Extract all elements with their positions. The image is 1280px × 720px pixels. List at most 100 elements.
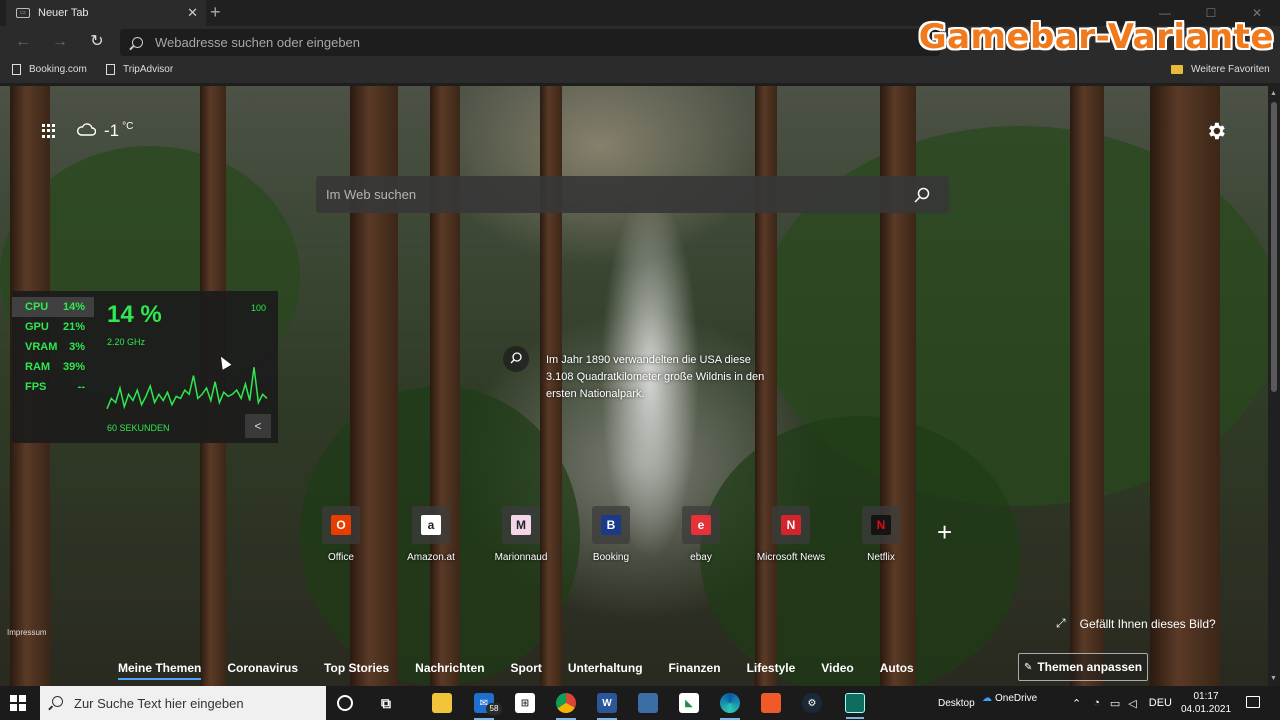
system-clock[interactable]: 01:17 04.01.2021	[1178, 690, 1234, 716]
netflix-icon: N	[871, 515, 891, 535]
onedrive-status[interactable]: ☁ OneDrive	[982, 681, 1037, 715]
volume-icon[interactable]: ◁	[1128, 697, 1136, 710]
usage-line	[106, 367, 268, 410]
desktop-label: Desktop	[938, 697, 975, 709]
visio-icon[interactable]: ◣	[679, 693, 699, 713]
taskbar-search-input[interactable]: Zur Suche Text hier eingeben	[40, 686, 326, 720]
tile-icon-box: e	[682, 506, 720, 544]
metric-value: 3%	[69, 341, 85, 353]
tile-icon-box: N	[862, 506, 900, 544]
video-title-overlay: Gamebar-Variante	[918, 17, 1274, 57]
image-info-text[interactable]: Im Jahr 1890 verwandelten die USA diese …	[546, 352, 766, 403]
metric-row-fps[interactable]: FPS --	[12, 377, 94, 397]
search-icon	[510, 352, 522, 364]
tab-title: Neuer Tab	[38, 7, 89, 19]
other-favorites[interactable]: Weitere Favoriten	[1171, 64, 1270, 75]
chevron-up-icon[interactable]: ⌃	[1072, 697, 1081, 710]
news-tab[interactable]: Top Stories	[324, 661, 389, 679]
favorite-booking[interactable]: Booking.com	[12, 64, 87, 75]
battery-icon[interactable]: ▭	[1110, 697, 1120, 710]
word-icon[interactable]: W	[597, 693, 617, 720]
gear-icon[interactable]	[1205, 120, 1227, 142]
metric-name: CPU	[25, 301, 49, 313]
image-info-button[interactable]	[503, 346, 529, 372]
tile-label: Microsoft News	[756, 552, 826, 563]
scroll-down-icon[interactable]: ▼	[1270, 675, 1277, 682]
tab-new-tab[interactable]: ▭ Neuer Tab ✕	[6, 0, 206, 26]
news-tab[interactable]: Nachrichten	[415, 661, 484, 679]
store-icon[interactable]: ⊞	[515, 693, 535, 713]
desktop-toolbar[interactable]: Desktop	[938, 686, 975, 720]
impressum-link[interactable]: Impressum	[7, 628, 47, 637]
forward-arrow-icon[interactable]: →	[49, 32, 71, 54]
metric-list: CPU 14% GPU 21% VRAM 3% RAM 39% FPS --	[12, 297, 94, 397]
new-tab-icon: ▭	[16, 8, 30, 18]
personalize-button[interactable]: ✎ Themen anpassen	[1018, 653, 1148, 681]
language-indicator[interactable]: DEU	[1149, 697, 1172, 709]
news-tab[interactable]: Meine Themen	[118, 661, 202, 680]
tile-label: ebay	[690, 552, 712, 563]
quick-link-tile[interactable]: N Netflix	[836, 506, 926, 563]
edge-icon[interactable]	[720, 693, 740, 720]
page-scrollbar[interactable]: ▲ ▼	[1268, 86, 1280, 686]
metric-value: 39%	[62, 361, 85, 373]
quick-link-tile[interactable]: e ebay	[656, 506, 746, 563]
quick-link-tile[interactable]: M Marionnaud	[476, 506, 566, 563]
graph-max-label: 100	[250, 303, 266, 313]
news-tab[interactable]: Video	[821, 661, 853, 679]
quick-link-tile[interactable]: O Office	[296, 506, 386, 563]
new-tab-button[interactable]: +	[210, 2, 221, 23]
like-picture-button[interactable]: ⤢ Gefällt Ihnen dieses Bild?	[1056, 616, 1216, 631]
gamebar-app-icon[interactable]	[845, 693, 865, 719]
office-icon: O	[331, 515, 351, 535]
address-bar[interactable]: Webadresse suchen oder eingeben	[120, 29, 940, 56]
photos-app-icon[interactable]	[761, 693, 781, 713]
metric-row-ram[interactable]: RAM 39%	[12, 357, 94, 377]
metric-row-vram[interactable]: VRAM 3%	[12, 337, 94, 357]
file-explorer-icon[interactable]	[432, 693, 452, 713]
quick-link-tile[interactable]: a Amazon.at	[386, 506, 476, 563]
app-launcher-icon[interactable]	[42, 124, 56, 138]
search-icon	[132, 37, 143, 48]
task-view-icon[interactable]: ⧉	[376, 693, 396, 713]
tile-label: Booking	[592, 552, 630, 563]
collapse-chevron-icon[interactable]: <	[245, 414, 271, 438]
notification-center-icon[interactable]	[1246, 696, 1260, 708]
performance-widget: CPU 14% GPU 21% VRAM 3% RAM 39% FPS -- 14 % 100 2…	[12, 291, 278, 443]
back-arrow-icon[interactable]: ←	[12, 32, 34, 54]
metric-row-cpu[interactable]: CPU 14%	[12, 297, 94, 317]
news-tab[interactable]: Sport	[511, 661, 542, 679]
favorite-tripadvisor[interactable]: TripAdvisor	[106, 64, 173, 75]
web-search-input[interactable]: Im Web suchen	[316, 176, 949, 213]
quick-link-tile[interactable]: N Microsoft News	[746, 506, 836, 563]
search-icon[interactable]	[913, 186, 931, 204]
chrome-icon[interactable]	[556, 693, 576, 720]
news-tab[interactable]: Unterhaltung	[568, 661, 643, 679]
network-app-icon[interactable]	[638, 693, 658, 713]
tile-icon-box: a	[412, 506, 450, 544]
taskbar: Zur Suche Text hier eingeben ⧉ ✉ ⊞ W ◣ ⚙…	[0, 686, 1280, 720]
windows-start-icon[interactable]	[10, 695, 26, 711]
usage-graph	[106, 367, 268, 410]
temperature[interactable]: -1 °C	[104, 121, 133, 141]
metric-row-gpu[interactable]: GPU 21%	[12, 317, 94, 337]
news-tab[interactable]: Coronavirus	[227, 661, 298, 679]
cortana-icon[interactable]	[337, 695, 353, 711]
like-picture-label: Gefällt Ihnen dieses Bild?	[1079, 616, 1216, 631]
news-tab[interactable]: Autos	[880, 661, 914, 679]
add-site-button[interactable]: +	[937, 519, 952, 545]
graph-window-label: 60 SEKUNDEN	[107, 423, 170, 433]
quick-link-tile[interactable]: B Booking	[566, 506, 656, 563]
clock-time: 01:17	[1193, 691, 1219, 702]
news-tabs: Meine Themen Coronavirus Top Stories Nachri…	[118, 661, 940, 680]
cloud-icon[interactable]	[76, 121, 96, 137]
scroll-up-icon[interactable]: ▲	[1270, 90, 1277, 97]
close-tab-icon[interactable]: ✕	[187, 5, 198, 21]
scrollbar-thumb[interactable]	[1271, 102, 1277, 392]
reload-icon[interactable]: ↻	[86, 32, 108, 54]
steam-icon[interactable]: ⚙	[802, 693, 822, 713]
news-tab[interactable]: Finanzen	[669, 661, 721, 679]
quick-links: O Office a Amazon.at M Marionnaud B Booking e eba…	[296, 506, 926, 563]
news-tab[interactable]: Lifestyle	[747, 661, 796, 679]
wifi-icon[interactable]: ◔	[1093, 697, 1100, 709]
